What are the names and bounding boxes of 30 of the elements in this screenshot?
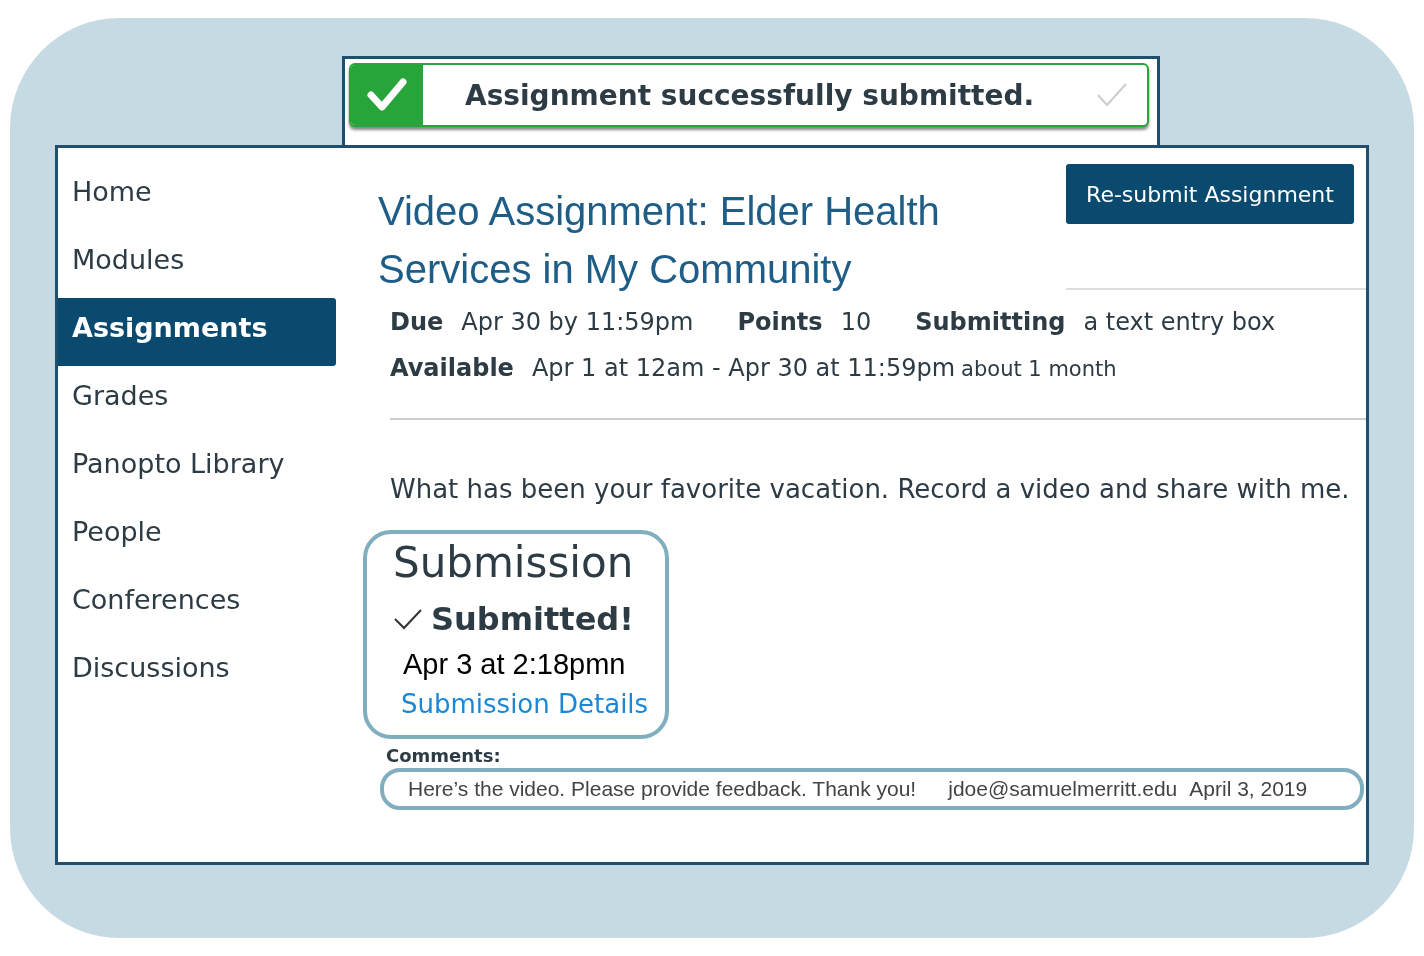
comment-author: jdoe@samuelmerritt.edu: [948, 777, 1178, 801]
available-value: Apr 1 at 12am - Apr 30 at 11:59pm: [531, 354, 956, 382]
submitting-value: a text entry box: [1083, 308, 1276, 336]
available-label: Available: [390, 354, 514, 382]
submission-date: Apr 3 at 2:18pmn: [403, 648, 627, 681]
assignment-description: What has been your favorite vacation. Record a video and share with me.: [390, 474, 1350, 504]
resubmit-button[interactable]: Re-submit Assignment: [1066, 164, 1354, 224]
points-label: Points: [737, 308, 823, 336]
nav-item[interactable]: Home: [58, 162, 336, 230]
nav-item[interactable]: Assignments: [58, 298, 336, 366]
comment-text: Here’s the video. Please provide feedback. Thank you!: [408, 777, 917, 801]
comment-date: April 3, 2019: [1189, 777, 1308, 801]
nav-item[interactable]: Conferences: [58, 570, 336, 638]
banner-message: Assignment successfully submitted.: [465, 78, 1036, 112]
nav-item[interactable]: Panopto Library: [58, 434, 336, 502]
due-value: Apr 30 by 11:59pm: [461, 308, 694, 336]
comments-label: Comments:: [386, 745, 501, 766]
points-value: 10: [840, 308, 872, 336]
assignment-title: Video Assignment: Elder Health Services in My Community: [378, 188, 941, 293]
nav-item[interactable]: People: [58, 502, 336, 570]
submission-status: Submitted!: [431, 600, 634, 638]
faint-check-icon: [1095, 81, 1129, 109]
submitting-label: Submitting: [915, 308, 1066, 336]
due-label: Due: [390, 308, 444, 336]
nav-item[interactable]: Discussions: [58, 638, 336, 706]
submission-details-link[interactable]: Submission Details: [401, 689, 647, 719]
nav-item[interactable]: Modules: [58, 230, 336, 298]
submission-heading: Submission: [393, 537, 635, 589]
nav-item[interactable]: Grades: [58, 366, 336, 434]
available-note: about 1 month: [961, 357, 1117, 381]
